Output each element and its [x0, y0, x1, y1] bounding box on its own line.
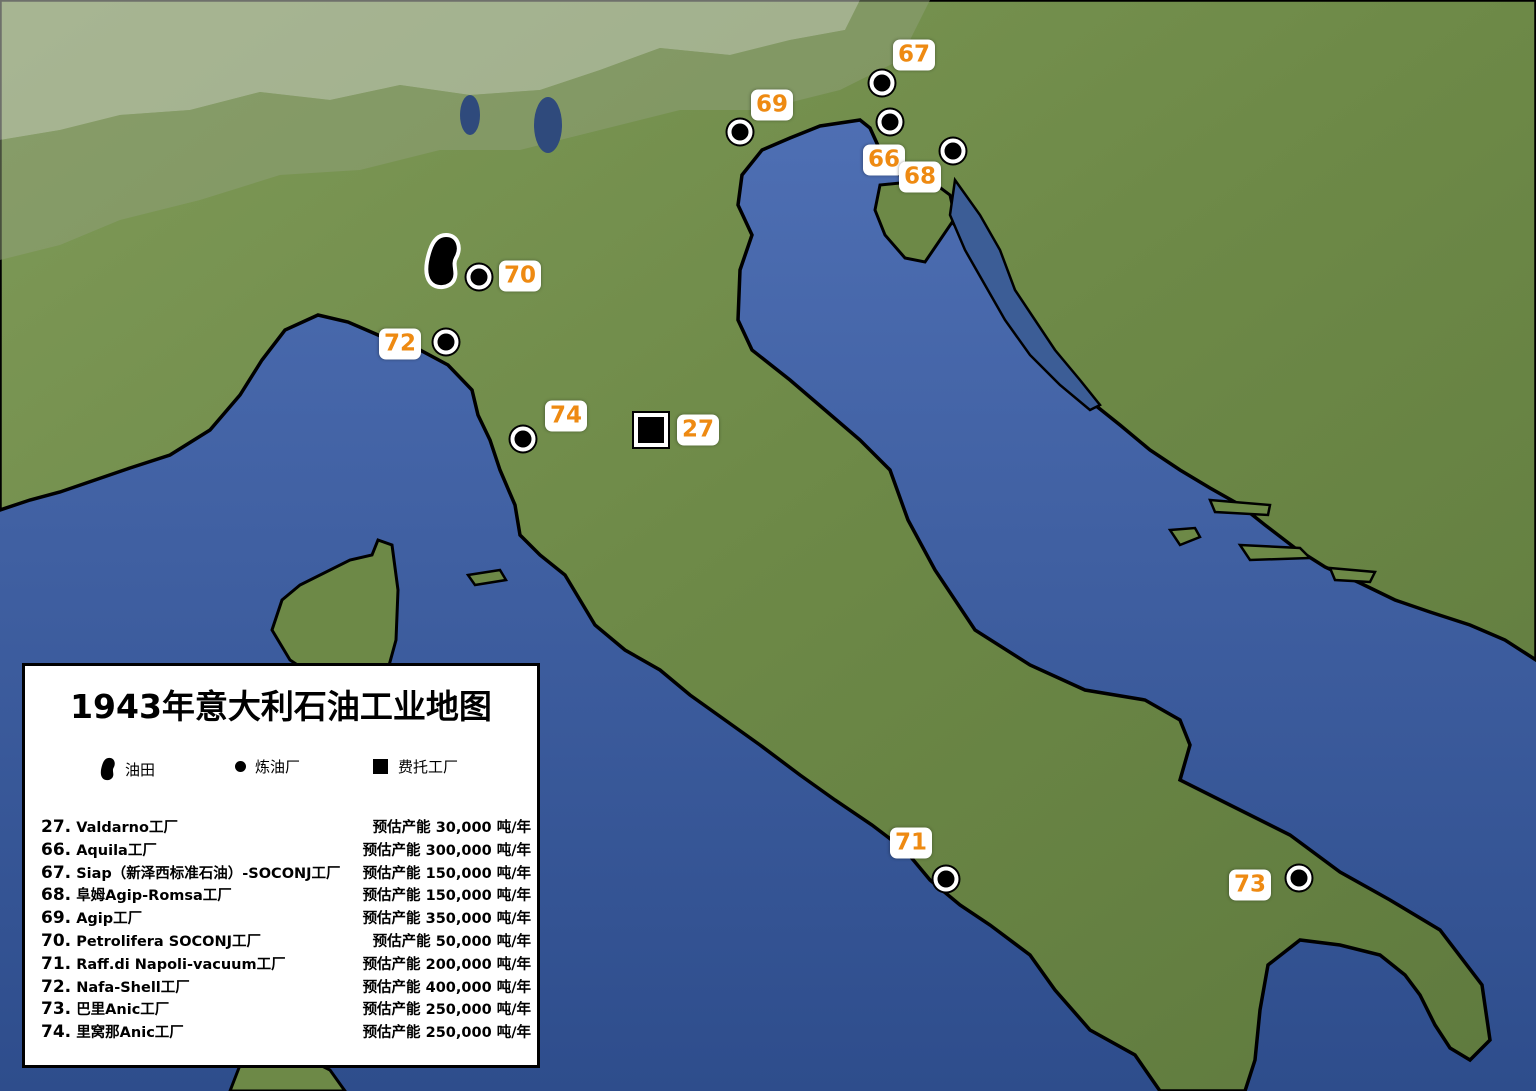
map-label-72: 72 [378, 328, 422, 360]
refinery-dot-icon [235, 761, 246, 772]
fermentation-marker-27[interactable] [634, 413, 668, 447]
list-item: 73. 巴里Anic工厂 预估产能 250,000 吨/年 [41, 999, 531, 1020]
list-item: 71. Raff.di Napoli-vacuum工厂 预估产能 200,000 … [41, 953, 531, 974]
lake [460, 95, 480, 135]
list-item: 70. Petrolifera SOCONJ工厂 预估产能 50,000 吨/年 [41, 930, 531, 951]
legend-oil-field: 油田 [99, 756, 155, 782]
map-label-74: 74 [544, 400, 588, 432]
refinery-marker-66[interactable] [877, 109, 903, 135]
lake-garda [534, 97, 562, 153]
legend-panel: 1943年意大利石油工业地图 油田 炼油厂 费托工厂 27. Valdarno工… [22, 663, 540, 1068]
map-label-70: 70 [498, 260, 542, 292]
list-item: 74. 里窝那Anic工厂 预估产能 250,000 吨/年 [41, 1022, 531, 1043]
map-label-68: 68 [898, 161, 942, 193]
refinery-marker-68[interactable] [940, 138, 966, 164]
oil-field-icon [424, 232, 461, 289]
refinery-marker-67[interactable] [869, 70, 895, 96]
map-label-67: 67 [892, 39, 936, 71]
refinery-marker-74[interactable] [510, 426, 536, 452]
legend-oil-field-label: 油田 [125, 760, 156, 779]
legend-fermentation: 费托工厂 [373, 756, 458, 777]
island-2 [1237, 543, 1313, 562]
legend-refinery-label: 炼油厂 [255, 758, 301, 776]
refinery-marker-70[interactable] [466, 264, 492, 290]
list-item: 68. 阜姆Agip-Romsa工厂 预估产能 150,000 吨/年 [41, 885, 531, 906]
map-label-73: 73 [1228, 869, 1272, 901]
list-item: 67. Siap（新泽西标准石油）-SOCONJ工厂 预估产能 150,000 吨… [41, 862, 531, 883]
refinery-marker-72[interactable] [433, 329, 459, 355]
map-label-69: 69 [750, 89, 794, 121]
list-item: 72. Nafa-Shell工厂 预估产能 400,000 吨/年 [41, 976, 531, 997]
list-item: 69. Agip工厂 预估产能 350,000 吨/年 [41, 908, 531, 929]
map-label-27: 27 [676, 414, 720, 446]
refinery-marker-71[interactable] [933, 866, 959, 892]
map-label-71: 71 [889, 827, 933, 859]
list-item: 27. Valdarno工厂 预估产能 30,000 吨/年 [41, 817, 531, 837]
oil-field-icon [100, 757, 115, 781]
map-title: 1943年意大利石油工业地图 [70, 687, 492, 726]
legend-refinery: 炼油厂 [235, 756, 300, 777]
plant-list: 27. Valdarno工厂 预估产能 30,000 吨/年 66. Aquila… [41, 816, 531, 1044]
refinery-marker-73[interactable] [1286, 865, 1312, 891]
legend-fermentation-label: 费托工厂 [398, 758, 459, 776]
list-item: 66. Aquila工厂 预估产能 300,000 吨/年 [41, 839, 531, 860]
refinery-marker-69[interactable] [727, 119, 753, 145]
square-icon [373, 759, 388, 774]
